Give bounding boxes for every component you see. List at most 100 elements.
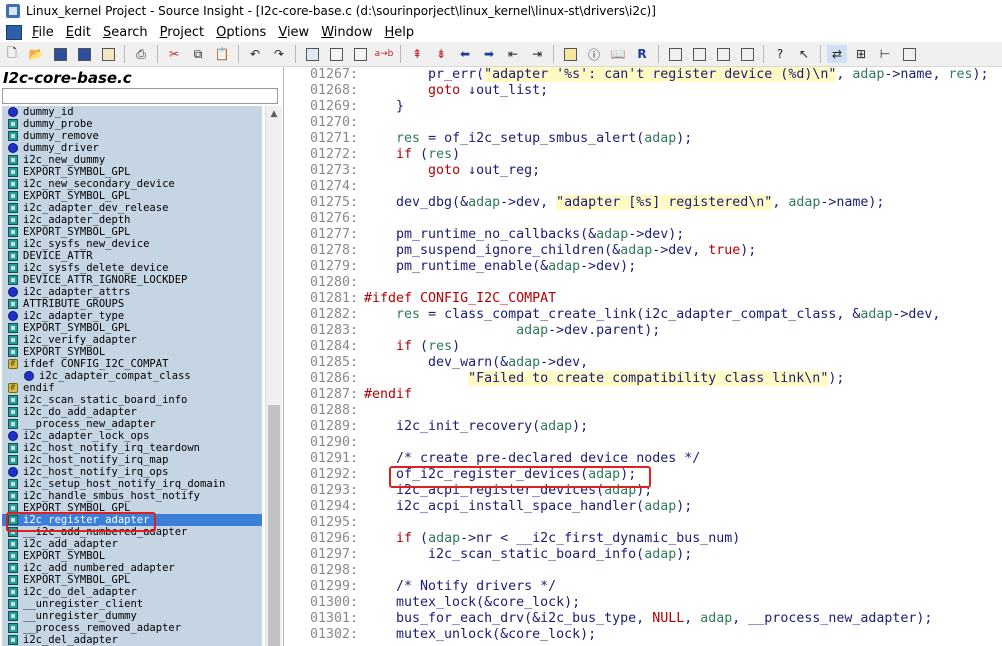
code-line[interactable]: 01296: if (adap->nr < __i2c_first_dynami…: [284, 531, 740, 547]
code-line[interactable]: 01282: res = class_compat_create_link(i2…: [284, 307, 941, 323]
symbol-list-item[interactable]: EXPORT_SYMBOL_GPL: [2, 226, 262, 238]
find-next-icon[interactable]: [350, 45, 370, 63]
layout-split-icon[interactable]: [689, 45, 709, 63]
symbol-list-item[interactable]: i2c_do_add_adapter: [2, 406, 262, 418]
code-line[interactable]: 01270:: [284, 115, 364, 131]
scroll-up-arrow-icon[interactable]: ▲: [266, 106, 282, 122]
undo-icon[interactable]: ↶: [245, 45, 265, 63]
code-line[interactable]: 01267: pr_err("adapter '%s': can't regis…: [284, 67, 989, 83]
layout-panel-icon[interactable]: [713, 45, 733, 63]
symbol-list-item[interactable]: i2c_add_adapter: [2, 538, 262, 550]
context-help-icon[interactable]: ↖: [794, 45, 814, 63]
lookup-symbol-icon[interactable]: [560, 45, 580, 63]
jump-forward-icon[interactable]: ⇥: [527, 45, 547, 63]
layout-window-icon[interactable]: [737, 45, 757, 63]
code-line[interactable]: 01277: pm_runtime_no_callbacks(&adap->de…: [284, 227, 684, 243]
symbol-list-item[interactable]: EXPORT_SYMBOL: [2, 550, 262, 562]
symbol-list-item[interactable]: i2c_adapter_depth: [2, 214, 262, 226]
symbol-list-item[interactable]: i2c_adapter_compat_class: [2, 370, 262, 382]
symbol-list-item[interactable]: __process_removed_adapter: [2, 622, 262, 634]
symbol-list-item[interactable]: i2c_verify_adapter: [2, 334, 262, 346]
code-line[interactable]: 01300: mutex_lock(&core_lock);: [284, 595, 580, 611]
symbol-list-item[interactable]: DEVICE_ATTR: [2, 250, 262, 262]
window-system-menu-icon[interactable]: [6, 24, 22, 40]
menu-window[interactable]: Window: [315, 25, 378, 40]
tree-icon[interactable]: ⊢: [875, 45, 895, 63]
paste-icon[interactable]: 📋: [212, 45, 232, 63]
symbol-list-item[interactable]: __i2c_add_numbered_adapter: [2, 526, 262, 538]
relation-icon[interactable]: ⊞: [851, 45, 871, 63]
open-folder-icon[interactable]: 📂: [26, 45, 46, 63]
code-line[interactable]: 01287: #endif: [284, 387, 412, 403]
replace-icon[interactable]: a→b: [374, 45, 394, 63]
code-line[interactable]: 01272: if (res): [284, 147, 460, 163]
code-line[interactable]: 01301: bus_for_each_drv(&i2c_bus_type, N…: [284, 611, 932, 627]
symbol-list-item[interactable]: dummy_remove: [2, 130, 262, 142]
close-file-icon[interactable]: [98, 45, 118, 63]
symbol-list-item[interactable]: __unregister_dummy: [2, 610, 262, 622]
symbol-list-item[interactable]: i2c_register_adapter: [2, 514, 262, 526]
code-line[interactable]: 01288:: [284, 403, 364, 419]
book-icon[interactable]: 📖: [608, 45, 628, 63]
symbol-list-item[interactable]: i2c_do_del_adapter: [2, 586, 262, 598]
new-file-icon[interactable]: 🗋: [2, 45, 22, 63]
symbol-list-item[interactable]: i2c_host_notify_irq_teardown: [2, 442, 262, 454]
symbol-list-item[interactable]: i2c_setup_host_notify_irq_domain: [2, 478, 262, 490]
symbol-list-item[interactable]: EXPORT_SYMBOL: [2, 346, 262, 358]
symbol-list-item[interactable]: i2c_adapter_attrs: [2, 286, 262, 298]
forward-arrow-icon[interactable]: ➡: [479, 45, 499, 63]
cut-icon[interactable]: ✂: [164, 45, 184, 63]
source-insight-logo-icon[interactable]: R: [632, 45, 652, 63]
menu-help[interactable]: Help: [378, 25, 420, 40]
code-line[interactable]: 01298:: [284, 563, 364, 579]
symbol-list-item[interactable]: i2c_adapter_type: [2, 310, 262, 322]
symbol-list-item[interactable]: dummy_probe: [2, 118, 262, 130]
symbol-list-item[interactable]: dummy_driver: [2, 142, 262, 154]
code-line[interactable]: 01284: if (res): [284, 339, 460, 355]
menu-search[interactable]: Search: [97, 25, 154, 40]
code-line[interactable]: 01269: }: [284, 99, 404, 115]
symbol-list-item[interactable]: ifdef CONFIG_I2C_COMPAT: [2, 358, 262, 370]
sync-icon[interactable]: ⇄: [827, 45, 847, 63]
symbol-list-item[interactable]: i2c_add_numbered_adapter: [2, 562, 262, 574]
code-line[interactable]: 01280:: [284, 275, 364, 291]
code-line[interactable]: 01273: goto ↓out_reg;: [284, 163, 540, 179]
symbol-list-item[interactable]: EXPORT_SYMBOL_GPL: [2, 322, 262, 334]
code-line[interactable]: 01278: pm_suspend_ignore_children(&adap-…: [284, 243, 756, 259]
symbol-list-item[interactable]: i2c_adapter_lock_ops: [2, 430, 262, 442]
symbol-list-item[interactable]: i2c_adapter_dev_release: [2, 202, 262, 214]
code-line[interactable]: 01302: mutex_unlock(&core_lock);: [284, 627, 596, 643]
code-line[interactable]: 01283: adap->dev.parent);: [284, 323, 660, 339]
menu-options[interactable]: Options: [210, 25, 272, 40]
symbol-list-scrollbar[interactable]: ▲: [265, 106, 282, 646]
menu-edit[interactable]: Edit: [60, 25, 97, 40]
symbol-list-item[interactable]: i2c_scan_static_board_info: [2, 394, 262, 406]
menu-view[interactable]: View: [272, 25, 315, 40]
symbol-list-item[interactable]: i2c_host_notify_irq_map: [2, 454, 262, 466]
code-line[interactable]: 01275: dev_dbg(&adap->dev, "adapter [%s]…: [284, 195, 884, 211]
symbol-list-item[interactable]: i2c_handle_smbus_host_notify: [2, 490, 262, 502]
symbol-list-item[interactable]: dummy_id: [2, 106, 262, 118]
symbol-list-item[interactable]: endif: [2, 382, 262, 394]
symbol-list-item[interactable]: EXPORT_SYMBOL_GPL: [2, 502, 262, 514]
symbol-list-item[interactable]: i2c_new_secondary_device: [2, 178, 262, 190]
save-icon[interactable]: [50, 45, 70, 63]
window-icon[interactable]: [899, 45, 919, 63]
jump-back-icon[interactable]: ⇤: [503, 45, 523, 63]
code-line[interactable]: 01274:: [284, 179, 364, 195]
code-line[interactable]: 01292: of_i2c_register_devices(adap);: [284, 467, 636, 483]
layout-grid-icon[interactable]: [665, 45, 685, 63]
print-icon[interactable]: ⎙: [131, 45, 151, 63]
menu-file[interactable]: File: [26, 25, 60, 40]
bookmark-down-icon[interactable]: ⇟: [431, 45, 451, 63]
symbol-list-item[interactable]: ATTRIBUTE_GROUPS: [2, 298, 262, 310]
code-line[interactable]: 01271: res = of_i2c_setup_smbus_alert(ad…: [284, 131, 692, 147]
symbol-list-item[interactable]: i2c_new_dummy: [2, 154, 262, 166]
symbol-list-item[interactable]: i2c_sysfs_new_device: [2, 238, 262, 250]
symbol-list[interactable]: dummy_id dummy_probe dummy_remove dummy_dri…: [2, 106, 262, 646]
find-prev-icon[interactable]: [326, 45, 346, 63]
symbol-filter-input[interactable]: [2, 88, 278, 104]
code-line[interactable]: 01299: /* Notify drivers */: [284, 579, 556, 595]
scrollbar-thumb[interactable]: [268, 405, 280, 646]
symbol-list-item[interactable]: EXPORT_SYMBOL_GPL: [2, 574, 262, 586]
